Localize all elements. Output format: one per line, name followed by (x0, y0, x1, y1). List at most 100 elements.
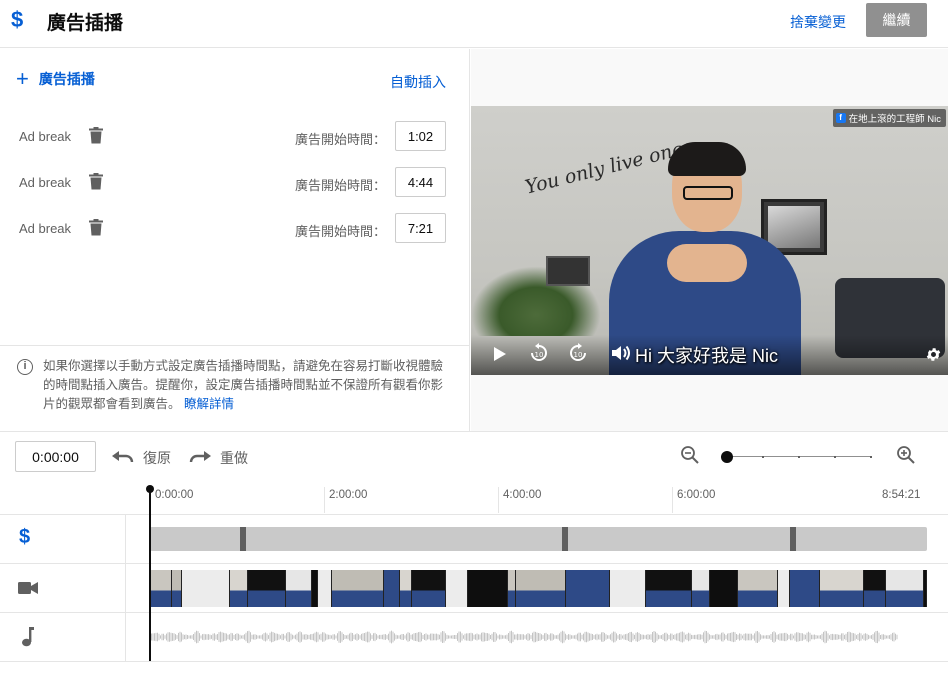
video-player[interactable]: You only live once f 在地上滾的工程師 Nic 10 10 H… (471, 106, 948, 375)
zoom-step (798, 455, 800, 458)
audio-waveform[interactable] (150, 627, 898, 647)
video-thumbnail (778, 570, 790, 607)
video-thumbnail (516, 570, 566, 607)
ad-start-time-label: 廣告開始時間： (295, 132, 387, 147)
ad-start-time-input[interactable] (395, 167, 446, 197)
video-thumbnail (384, 570, 400, 607)
track-gutter: $ (0, 515, 126, 563)
video-thumbnail (286, 570, 312, 607)
ad-start-time-input[interactable] (395, 213, 446, 243)
video-thumbnail (820, 570, 864, 607)
rewind-10-icon[interactable]: 10 (529, 343, 549, 363)
current-time-input[interactable] (15, 441, 96, 472)
ad-break-row: Ad break 廣告開始時間： (0, 213, 470, 243)
info-notice: i 如果你選擇以手動方式設定廣告插播時間點，請避免在容易打斷收視體驗的時間點插入… (0, 345, 470, 431)
video-thumbnail (468, 570, 508, 607)
timeline-ruler[interactable]: 0:00:00 2:00:00 4:00:00 6:00:00 8:54:21 (0, 481, 948, 515)
video-thumbnail (248, 570, 286, 607)
ruler-line (324, 487, 325, 513)
video-thumbnail (864, 570, 886, 607)
zoom-in-icon[interactable] (896, 445, 916, 465)
presenter-glasses (683, 186, 733, 200)
ad-break-name: Ad break (19, 221, 72, 236)
trash-icon[interactable] (89, 127, 103, 144)
presenter-hair (668, 142, 746, 176)
video-thumbnail (182, 570, 230, 607)
ad-break-marker[interactable] (790, 527, 796, 551)
timeline-toolbar: 復原 重做 (0, 431, 948, 481)
video-thumbnail-strip[interactable] (150, 570, 927, 607)
auto-insert-button[interactable]: 自動插入 (390, 72, 446, 92)
ad-track-bar[interactable] (150, 527, 927, 551)
video-thumbnail (646, 570, 692, 607)
video-thumbnail (172, 570, 182, 607)
ad-break-row: Ad break 廣告開始時間： (0, 167, 470, 197)
zoom-step (870, 455, 872, 458)
video-thumbnail (400, 570, 412, 607)
plus-icon: + (16, 66, 29, 91)
playhead-handle[interactable] (146, 485, 154, 493)
dollar-icon: $ (11, 7, 24, 32)
track-gutter (0, 564, 126, 612)
ruler-tick: 2:00:00 (329, 489, 368, 501)
video-thumbnail (790, 570, 820, 607)
undo-button[interactable]: 復原 (112, 448, 171, 468)
settings-icon[interactable] (925, 346, 942, 363)
redo-button[interactable]: 重做 (189, 448, 248, 468)
ruler-tick: 8:54:21 (882, 489, 921, 501)
ad-breaks-panel: + 廣告插播 自動插入 Ad break 廣告開始時間： Ad break 廣告… (0, 49, 470, 431)
video-camera-icon (18, 582, 38, 594)
trash-icon[interactable] (89, 219, 103, 236)
video-thumbnail (412, 570, 446, 607)
ad-start-time-input[interactable] (395, 121, 446, 151)
playhead[interactable] (149, 488, 151, 661)
ruler-tick: 6:00:00 (677, 489, 716, 501)
channel-watermark: f 在地上滾的工程師 Nic (832, 109, 946, 127)
zoom-out-icon[interactable] (680, 445, 700, 465)
video-thumbnail (692, 570, 710, 607)
video-thumbnail (446, 570, 468, 607)
video-thumbnail (610, 570, 646, 607)
undo-icon (112, 451, 134, 463)
dollar-icon: $ (19, 526, 31, 548)
zoom-slider-track[interactable] (727, 455, 872, 458)
facebook-icon: f (835, 113, 846, 123)
ad-break-marker[interactable] (562, 527, 568, 551)
trash-icon[interactable] (89, 173, 103, 190)
redo-label: 重做 (220, 450, 248, 466)
learn-more-link[interactable]: 瞭解詳情 (184, 397, 234, 411)
ad-break-marker[interactable] (240, 527, 246, 551)
info-body: 如果你選擇以手動方式設定廣告插播時間點，請避免在容易打斷收視體驗的時間點插入廣告… (43, 359, 444, 411)
svg-text:10: 10 (574, 351, 583, 359)
preview-panel: You only live once f 在地上滾的工程師 Nic 10 10 H… (471, 49, 948, 431)
audio-track (0, 613, 948, 662)
undo-label: 復原 (143, 450, 171, 466)
ad-break-name: Ad break (19, 129, 72, 144)
continue-button[interactable]: 繼續 (866, 3, 927, 37)
ad-start-time-label: 廣告開始時間： (295, 224, 387, 239)
ruler-tick: 4:00:00 (503, 489, 542, 501)
video-thumbnail (710, 570, 738, 607)
info-text: 如果你選擇以手動方式設定廣告插播時間點，請避免在容易打斷收視體驗的時間點插入廣告… (43, 357, 453, 414)
forward-10-icon[interactable]: 10 (568, 343, 588, 363)
video-thumbnail (924, 570, 927, 607)
ruler-line (672, 487, 673, 513)
discard-changes-button[interactable]: 捨棄變更 (790, 12, 846, 32)
music-note-icon (22, 627, 34, 647)
ruler-tick: 0:00:00 (155, 489, 194, 501)
track-gutter (0, 613, 126, 661)
ad-break-row: Ad break 廣告開始時間： (0, 121, 470, 151)
video-thumbnail (150, 570, 172, 607)
zoom-slider-handle[interactable] (721, 451, 733, 463)
play-icon[interactable] (493, 346, 507, 362)
add-ad-break-button[interactable]: + 廣告插播 (16, 66, 95, 91)
video-thumbnail (230, 570, 248, 607)
video-thumbnail (508, 570, 516, 607)
ruler-line (498, 487, 499, 513)
ad-break-name: Ad break (19, 175, 72, 190)
presenter-hands (667, 244, 747, 282)
video-thumbnail (566, 570, 610, 607)
zoom-step (762, 455, 764, 458)
video-thumbnail (318, 570, 332, 607)
volume-icon[interactable] (611, 344, 631, 362)
